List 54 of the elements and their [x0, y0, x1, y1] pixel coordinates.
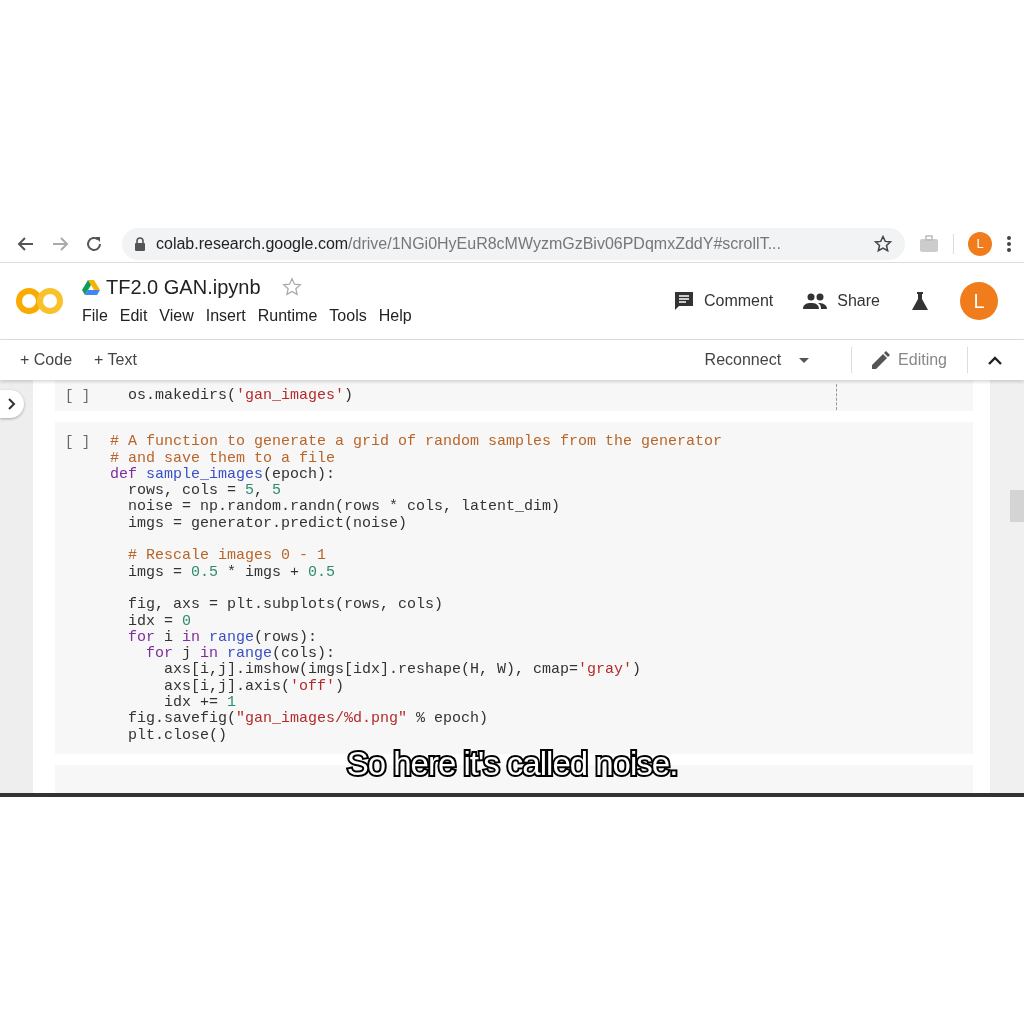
share-button[interactable]: Share	[803, 292, 880, 310]
code-line: idx += 1	[164, 695, 237, 712]
code-cell[interactable]: [ ] os.makedirs('gan_images')	[55, 380, 973, 412]
add-code-button[interactable]: + Code	[20, 351, 73, 369]
caret-icon	[799, 357, 810, 363]
comment-button[interactable]: Comment	[673, 291, 774, 311]
code-line: axs[i,j].imshow(imgs[idx].reshape(H, W), cmap='gray')	[163, 662, 642, 679]
menu-item[interactable]: Edit	[113, 304, 154, 327]
code-line: os.makedirs('gan_images')	[127, 388, 354, 405]
code-line: imgs = 0.5 * imgs + 0.5	[127, 564, 336, 581]
pencil-icon	[872, 351, 891, 369]
code-line: # Rescale images 0 - 1	[127, 548, 327, 565]
more-menu-icon[interactable]	[1006, 234, 1012, 253]
code-line: # A function to generate a grid of random samples from the generator	[110, 434, 723, 451]
menu-item[interactable]: Tools	[323, 304, 373, 327]
scrollbar[interactable]	[990, 380, 1024, 793]
chevron-right-icon	[8, 398, 16, 410]
reconnect-button[interactable]: Reconnect	[704, 351, 810, 369]
menu-item[interactable]: Help	[372, 304, 418, 327]
code-line: for j in range(cols):	[145, 646, 336, 663]
drive-icon	[82, 279, 100, 295]
code-line: for i in range(rows):	[127, 629, 318, 646]
code-line: axs[i,j].axis('off')	[163, 678, 345, 695]
colab-logo	[16, 287, 64, 315]
star-icon[interactable]	[280, 276, 303, 298]
bookmark-star-icon[interactable]	[873, 233, 893, 254]
code-line: plt.close()	[127, 727, 228, 744]
subtitle-caption: So here it's called noise.	[346, 745, 678, 782]
code-line: def sample_images(epoch):	[110, 466, 336, 483]
code-line: idx = 0	[127, 613, 192, 630]
menu-item[interactable]: View	[153, 304, 200, 327]
comment-icon	[673, 291, 694, 311]
url-text: colab.research.google.com/drive/1NGi0HyEuR8cMWyzmGzBiv06PDqmxZddY#scrollT...	[156, 234, 782, 253]
menu-item[interactable]: Runtime	[251, 304, 324, 327]
side-panel-toggle[interactable]	[0, 390, 24, 418]
people-icon	[803, 293, 828, 309]
code-line: fig.savefig("gan_images/%d.png" % epoch)	[127, 711, 489, 728]
code-line: noise = np.random.randn(rows * cols, latent_dim)	[127, 499, 561, 516]
code-line: imgs = generator.predict(noise)	[127, 515, 408, 533]
chevron-up-icon[interactable]	[988, 355, 1002, 365]
code-line: # and save them to a file	[110, 450, 336, 467]
lock-icon	[134, 236, 146, 251]
editing-button[interactable]: Editing	[872, 351, 947, 369]
flask-icon[interactable]	[910, 291, 930, 311]
menu-item[interactable]: File	[82, 304, 114, 327]
code-line: rows, cols = 5, 5	[127, 483, 282, 500]
add-text-button[interactable]: + Text	[94, 351, 137, 369]
menu-item[interactable]: Insert	[199, 304, 252, 327]
code-line: fig, axs = plt.subplots(rows, cols)	[127, 597, 444, 614]
run-cell-button[interactable]: [ ]	[65, 434, 91, 451]
address-bar[interactable]: colab.research.google.com/drive/1NGi0HyEuR8cMWyzmGzBiv06PDqmxZddY#scrollT...	[122, 227, 905, 260]
scrollbar-thumb[interactable]	[1010, 490, 1024, 522]
notebook-title[interactable]: TF2.0 GAN.ipynb	[106, 275, 261, 299]
run-cell-button[interactable]: [ ]	[65, 388, 91, 405]
